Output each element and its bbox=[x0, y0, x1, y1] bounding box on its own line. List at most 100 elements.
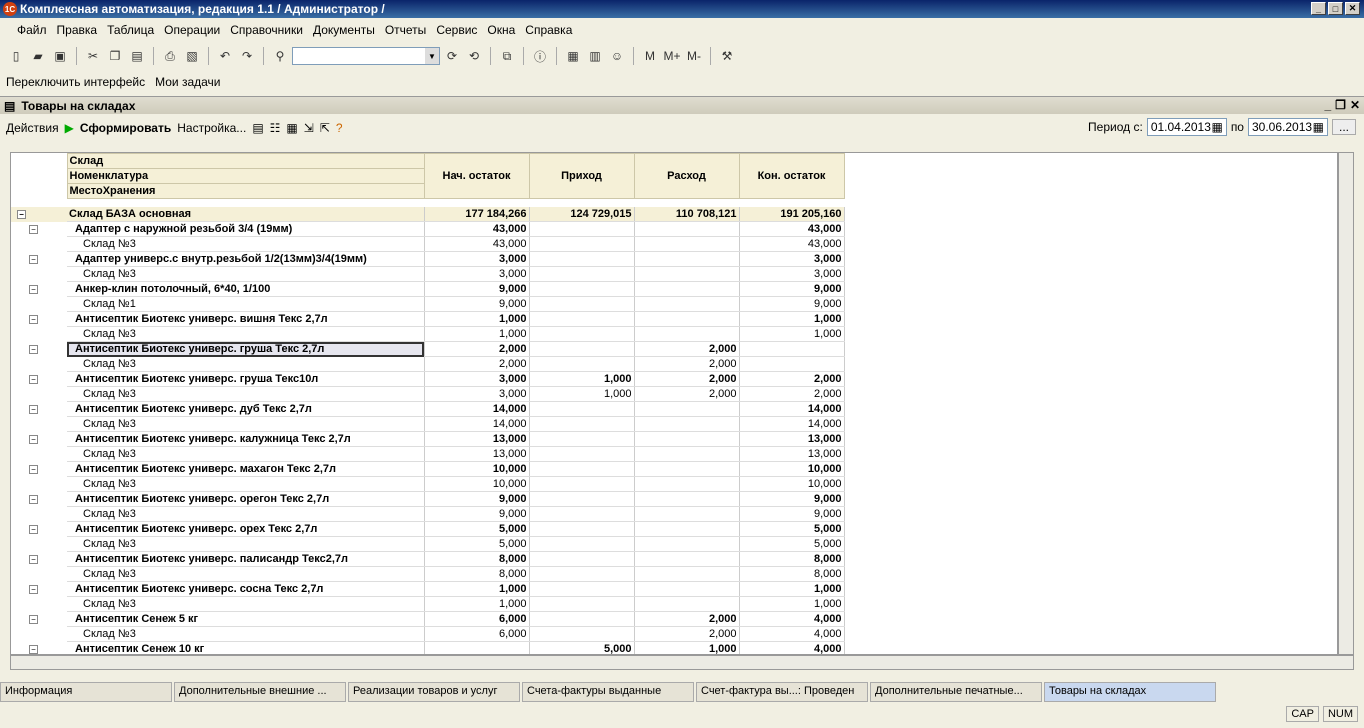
close-button[interactable]: ✕ bbox=[1345, 2, 1360, 15]
location-row[interactable]: Склад №3 13,000 13,000 bbox=[11, 446, 845, 462]
start-balance-cell[interactable]: 3,000 bbox=[424, 386, 530, 402]
income-cell[interactable] bbox=[529, 266, 635, 282]
collapse-icon[interactable]: − bbox=[29, 254, 38, 264]
collapse-icon[interactable]: − bbox=[29, 644, 38, 654]
calculator-icon[interactable]: ▦ bbox=[563, 46, 583, 66]
task-stock-report[interactable]: Товары на складах bbox=[1044, 682, 1216, 702]
end-balance-cell[interactable]: 43,000 bbox=[739, 221, 845, 237]
end-balance-cell[interactable]: 13,000 bbox=[739, 446, 845, 462]
location-row[interactable]: Склад №3 8,000 8,000 bbox=[11, 566, 845, 582]
start-balance-cell[interactable]: 43,000 bbox=[424, 221, 530, 237]
horizontal-scrollbar[interactable] bbox=[10, 655, 1354, 670]
item-row[interactable]: − Антисептик Сенеж 5 кг 6,000 2,000 4,000 bbox=[11, 611, 845, 627]
search-input[interactable]: ▼ bbox=[292, 47, 440, 65]
location-row[interactable]: Склад №3 1,000 1,000 bbox=[11, 326, 845, 342]
end-balance-cell[interactable]: 1,000 bbox=[739, 581, 845, 597]
row-name[interactable]: Антисептик Сенеж 10 кг bbox=[67, 641, 425, 654]
menu-operations[interactable]: Операции bbox=[159, 23, 225, 37]
income-cell[interactable] bbox=[529, 491, 635, 507]
expense-cell[interactable]: 1,000 bbox=[634, 641, 740, 654]
income-cell[interactable] bbox=[529, 476, 635, 492]
item-row[interactable]: − Адаптер с наружной резьбой 3/4 (19мм) 43… bbox=[11, 221, 845, 237]
save-icon[interactable]: ▣ bbox=[50, 46, 70, 66]
task-invoices[interactable]: Счета-фактуры выданные bbox=[522, 682, 694, 702]
income-cell[interactable] bbox=[529, 581, 635, 597]
end-balance-cell[interactable]: 5,000 bbox=[739, 536, 845, 552]
expense-cell[interactable]: 2,000 bbox=[634, 611, 740, 627]
table-icon[interactable]: ▦ bbox=[286, 121, 297, 135]
cut-icon[interactable]: ✂ bbox=[83, 46, 103, 66]
start-balance-cell[interactable]: 3,000 bbox=[424, 251, 530, 267]
start-balance-cell[interactable]: 9,000 bbox=[424, 281, 530, 297]
expense-cell[interactable]: 2,000 bbox=[634, 341, 740, 357]
chevron-down-icon[interactable]: ▼ bbox=[425, 48, 439, 64]
expense-cell[interactable]: 2,000 bbox=[634, 386, 740, 402]
group-row[interactable]: − Склад БАЗА основная 177 184,266 124 729,0… bbox=[11, 206, 845, 222]
end-balance-cell[interactable]: 3,000 bbox=[739, 251, 845, 267]
memory-plus-button[interactable]: M+ bbox=[662, 46, 682, 66]
start-balance-cell[interactable]: 1,000 bbox=[424, 311, 530, 327]
item-row[interactable]: − Антисептик Биотекс универс. махагон Тек… bbox=[11, 461, 845, 477]
start-balance-cell[interactable]: 1,000 bbox=[424, 326, 530, 342]
collapse-icon[interactable]: − bbox=[29, 404, 38, 414]
income-cell[interactable] bbox=[529, 221, 635, 237]
income-cell[interactable] bbox=[529, 521, 635, 537]
row-name[interactable]: Адаптер с наружной резьбой 3/4 (19мм) bbox=[67, 221, 425, 237]
location-row[interactable]: Склад №3 10,000 10,000 bbox=[11, 476, 845, 492]
income-cell[interactable]: 1,000 bbox=[529, 386, 635, 402]
export-icon[interactable]: ⇲ bbox=[304, 121, 314, 135]
start-balance-cell[interactable]: 9,000 bbox=[424, 491, 530, 507]
start-balance-cell[interactable]: 13,000 bbox=[424, 431, 530, 447]
expense-cell[interactable] bbox=[634, 566, 740, 582]
location-row[interactable]: Склад №3 3,000 3,000 bbox=[11, 266, 845, 282]
form-minimize-button[interactable]: _ bbox=[1324, 98, 1331, 112]
start-balance-cell[interactable]: 1,000 bbox=[424, 596, 530, 612]
report-settings-icon[interactable]: ▤ bbox=[252, 121, 263, 135]
expense-cell[interactable]: 2,000 bbox=[634, 626, 740, 642]
calendar-icon[interactable]: ▦ bbox=[1313, 120, 1324, 134]
start-balance-cell[interactable]: 3,000 bbox=[424, 371, 530, 387]
end-balance-cell[interactable]: 9,000 bbox=[739, 506, 845, 522]
redo-icon[interactable]: ↷ bbox=[237, 46, 257, 66]
end-balance-cell[interactable] bbox=[739, 341, 845, 357]
find-prev-icon[interactable]: ⟲ bbox=[464, 46, 484, 66]
info-icon[interactable]: ⓘ bbox=[530, 46, 550, 66]
task-information[interactable]: Информация bbox=[0, 682, 172, 702]
expense-cell[interactable] bbox=[634, 266, 740, 282]
undo-icon[interactable]: ↶ bbox=[215, 46, 235, 66]
menu-help[interactable]: Справка bbox=[520, 23, 577, 37]
expense-cell[interactable] bbox=[634, 446, 740, 462]
expense-cell[interactable]: 2,000 bbox=[634, 356, 740, 372]
start-balance-cell[interactable]: 6,000 bbox=[424, 611, 530, 627]
income-cell[interactable] bbox=[529, 296, 635, 312]
expense-cell[interactable] bbox=[634, 521, 740, 537]
location-row[interactable]: Склад №3 5,000 5,000 bbox=[11, 536, 845, 552]
end-balance-cell[interactable]: 43,000 bbox=[739, 236, 845, 252]
end-balance-cell[interactable]: 8,000 bbox=[739, 566, 845, 582]
end-balance-cell[interactable]: 9,000 bbox=[739, 281, 845, 297]
income-cell[interactable] bbox=[529, 311, 635, 327]
start-balance-cell[interactable]: 2,000 bbox=[424, 356, 530, 372]
income-cell[interactable] bbox=[529, 431, 635, 447]
expense-cell[interactable] bbox=[634, 311, 740, 327]
end-balance-cell[interactable]: 10,000 bbox=[739, 461, 845, 477]
generate-button[interactable]: Сформировать bbox=[80, 121, 171, 135]
calendar-icon[interactable]: ▥ bbox=[585, 46, 605, 66]
expense-cell[interactable]: 110 708,121 bbox=[634, 206, 740, 222]
end-balance-cell[interactable]: 4,000 bbox=[739, 641, 845, 654]
start-balance-cell[interactable]: 177 184,266 bbox=[424, 206, 530, 222]
row-name[interactable]: Антисептик Биотекс универс. груша Текс 2… bbox=[67, 341, 425, 357]
help-icon[interactable]: ? bbox=[336, 121, 343, 135]
income-cell[interactable] bbox=[529, 566, 635, 582]
end-balance-cell[interactable]: 9,000 bbox=[739, 491, 845, 507]
item-row[interactable]: − Антисептик Биотекс универс. сосна Текс … bbox=[11, 581, 845, 597]
memory-button[interactable]: M bbox=[640, 46, 660, 66]
windows-icon[interactable]: ⧉ bbox=[497, 46, 517, 66]
income-cell[interactable] bbox=[529, 326, 635, 342]
start-balance-cell[interactable]: 8,000 bbox=[424, 551, 530, 567]
collapse-icon[interactable]: − bbox=[29, 464, 38, 474]
expense-cell[interactable] bbox=[634, 236, 740, 252]
search-icon[interactable]: ⚲ bbox=[270, 46, 290, 66]
income-cell[interactable] bbox=[529, 416, 635, 432]
row-name[interactable]: Склад №3 bbox=[67, 566, 425, 582]
